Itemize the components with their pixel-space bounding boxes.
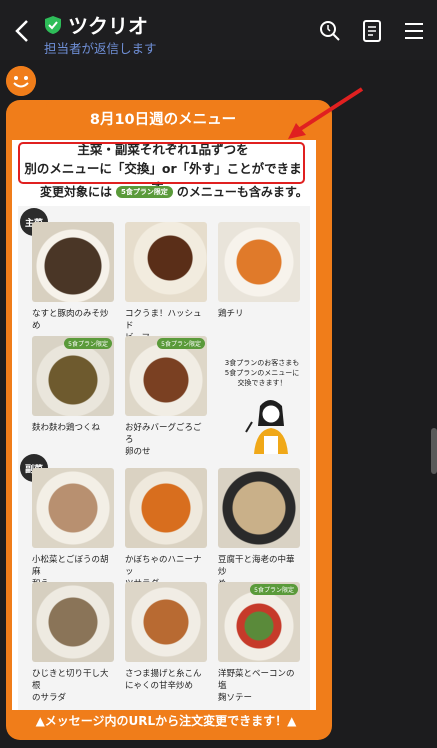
dish-photo xyxy=(32,222,114,302)
dish-name: 麸わ麸わ鶏つくね xyxy=(32,423,101,433)
menu-icon[interactable] xyxy=(402,19,426,43)
sub-note-suffix: のメニューも含みます。 xyxy=(176,185,308,199)
highlight-box xyxy=(18,142,305,184)
menu-item[interactable]: かぼちゃのハニーナッ ツサラダ xyxy=(125,468,207,590)
dish-photo: 5食プラン限定 xyxy=(125,336,207,416)
dish-photo xyxy=(125,222,207,302)
search-icon[interactable] xyxy=(318,19,342,43)
dish-photo xyxy=(125,468,207,548)
notes-icon[interactable] xyxy=(360,19,384,43)
menu-item[interactable]: 鶏チリ xyxy=(218,222,300,320)
dish-name: 鶏チリ xyxy=(218,309,244,319)
dish-photo xyxy=(218,222,300,302)
dish-name: お好みバーグごろごろ 卵のせ xyxy=(125,423,202,457)
dish-name: ひじきと切り干し大根 のサラダ xyxy=(32,669,109,703)
back-arrow-icon[interactable] xyxy=(12,18,34,44)
plan-badge: 5食プラン限定 xyxy=(250,584,298,595)
plan-badge: 5食プラン限定 xyxy=(64,338,112,349)
dish-photo xyxy=(32,468,114,548)
dish-photo xyxy=(125,582,207,662)
plan-badge: 5食プラン限定 xyxy=(116,185,173,198)
sub-note-prefix: 変更対象には xyxy=(40,185,113,199)
menu-item[interactable]: なすと豚肉のみそ炒め xyxy=(32,222,114,332)
menu-item[interactable]: さつま揚げと糸こん にゃくの甘辛炒め xyxy=(125,582,207,692)
menu-item[interactable]: ひじきと切り干し大根 のサラダ xyxy=(32,582,114,704)
dish-name: なすと豚肉のみそ炒め xyxy=(32,309,109,331)
dish-photo xyxy=(32,582,114,662)
red-arrow-icon xyxy=(288,87,364,139)
menu-item[interactable]: 豆腐干と海老の中華炒 め xyxy=(218,468,300,590)
menu-item[interactable]: 5食プラン限定 お好みバーグごろごろ 卵のせ xyxy=(125,336,207,458)
menu-item[interactable]: 5食プラン限定 麸わ麸わ鶏つくね xyxy=(32,336,114,434)
page-title: ツクリオ xyxy=(68,14,148,38)
dish-photo: 5食プラン限定 xyxy=(218,582,300,662)
woman-illustration-icon xyxy=(245,400,288,454)
week-title: 8月10日週のメニュー xyxy=(89,112,237,128)
menu-item[interactable]: コクうま！ハッシュド ビーフ xyxy=(125,222,207,344)
chat-subtitle: 担当者が返信します xyxy=(44,41,157,56)
promo-text: 3食プランのお客さまも 5食プランのメニューに 交換できます！ xyxy=(224,359,300,387)
chat-title-row: ツクリオ xyxy=(44,10,148,39)
dish-photo: 5食プラン限定 xyxy=(32,336,114,416)
sub-note: 変更対象には 5食プラン限定 のメニューも含みます。 xyxy=(40,183,308,200)
plan-badge: 5食プラン限定 xyxy=(157,338,205,349)
shield-check-icon xyxy=(45,15,61,34)
scrollbar[interactable] xyxy=(431,428,437,474)
menu-item[interactable]: 5食プラン限定 洋野菜とベーコンの塩 麹ソテー xyxy=(218,582,300,704)
dish-name: さつま揚げと糸こん にゃくの甘辛炒め xyxy=(125,669,202,691)
dish-photo xyxy=(218,468,300,548)
avatar[interactable] xyxy=(6,66,36,96)
order-change-cta[interactable]: ▲メッセージ内のURLから注文変更できます！▲ xyxy=(18,712,314,729)
menu-item[interactable]: 小松菜とごぼうの胡麻 和え xyxy=(32,468,114,590)
dish-name: 洋野菜とベーコンの塩 麹ソテー xyxy=(218,669,295,703)
